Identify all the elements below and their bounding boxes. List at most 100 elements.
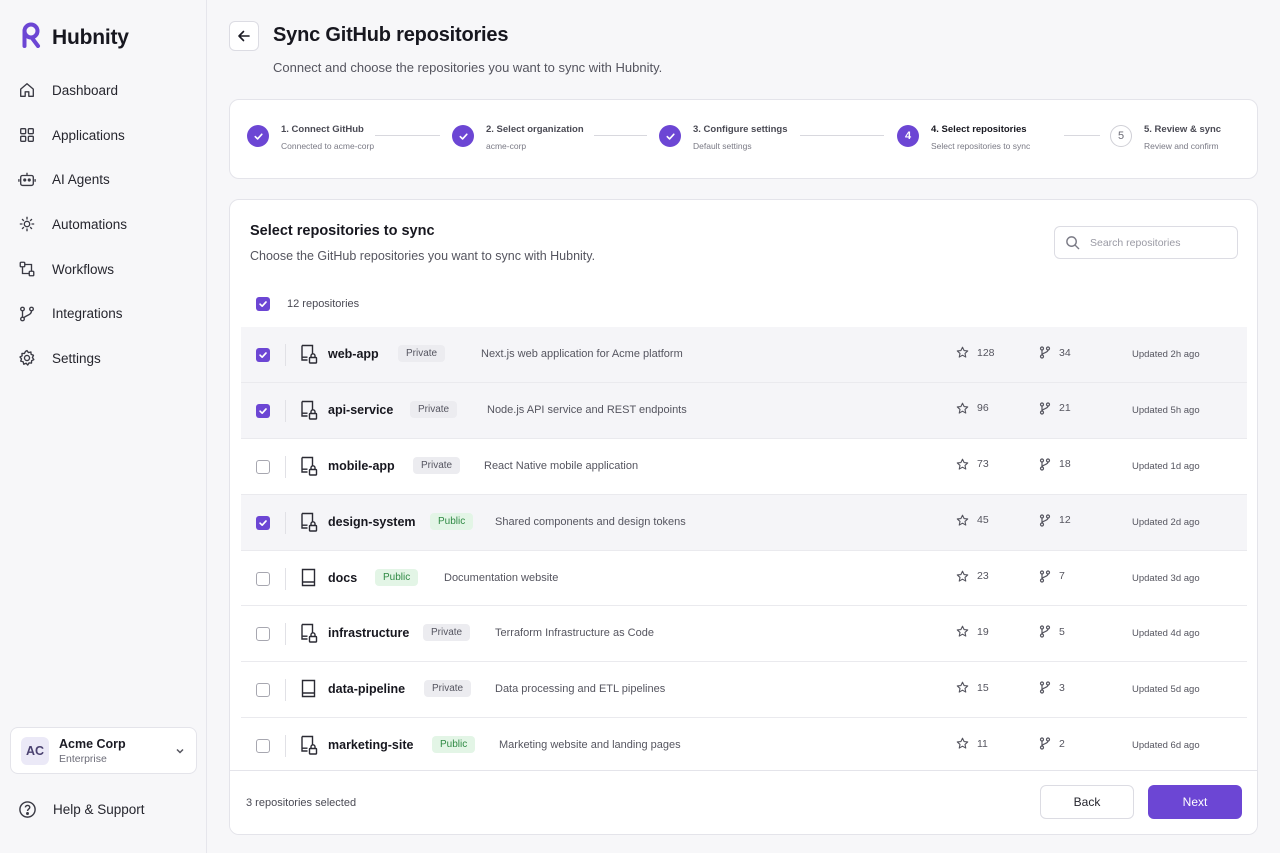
help-support-link[interactable]: Help & Support — [18, 800, 145, 819]
step-connector — [594, 135, 647, 136]
sidebar-item-dashboard[interactable]: Dashboard — [0, 68, 206, 113]
panel-subtitle: Choose the GitHub repositories you want … — [250, 249, 596, 263]
repo-description: Next.js web application for Acme platfor… — [481, 348, 683, 360]
repo-checkbox[interactable] — [256, 683, 270, 698]
repo-checkbox[interactable] — [256, 403, 270, 418]
repo-name[interactable]: design-system — [328, 515, 416, 529]
sidebar-item-label: Automations — [52, 216, 128, 232]
private-repo-icon — [301, 512, 318, 532]
row-divider — [285, 344, 286, 366]
fork-icon — [1039, 402, 1051, 415]
repo-name[interactable]: data-pipeline — [328, 682, 405, 696]
brand[interactable]: Hubnity — [20, 22, 129, 53]
back-arrow-button[interactable] — [229, 21, 259, 51]
visibility-badge: Private — [423, 624, 471, 642]
star-count: 11 — [977, 737, 988, 750]
sidebar-item-integrations[interactable]: Integrations — [0, 291, 206, 336]
row-divider — [285, 735, 286, 758]
repo-stars: 11 — [956, 737, 988, 750]
grid-icon — [20, 128, 34, 143]
repo-checkbox[interactable] — [256, 571, 270, 586]
sidebar-item-label: Applications — [52, 127, 125, 143]
repo-updated: Updated 5d ago — [1132, 684, 1200, 696]
table-row[interactable]: docs Public Documentation website 23 7 U… — [241, 551, 1247, 607]
step-check-icon — [659, 125, 681, 147]
repo-name[interactable]: docs — [328, 571, 357, 585]
repo-checkbox[interactable] — [256, 348, 270, 362]
fork-count: 21 — [1059, 402, 1071, 415]
row-divider — [285, 567, 286, 590]
fork-count: 34 — [1059, 346, 1071, 359]
repo-checkbox[interactable] — [256, 459, 270, 474]
repo-name[interactable]: web-app — [328, 347, 379, 361]
visibility-badge: Private — [398, 345, 446, 362]
step-select-repositories: 4 4. Select repositories Select reposito… — [897, 124, 1030, 151]
step-title: 2. Select organization — [486, 124, 584, 135]
org-switcher[interactable]: AC Acme Corp Enterprise — [10, 727, 197, 774]
select-all-checkbox[interactable] — [256, 297, 270, 311]
repo-stars: 73 — [956, 458, 989, 471]
sidebar-item-workflows[interactable]: Workflows — [0, 247, 206, 292]
repo-stars: 96 — [956, 402, 989, 415]
repo-checkbox[interactable] — [256, 515, 270, 530]
repo-description: Node.js API service and REST endpoints — [487, 403, 687, 416]
table-row[interactable]: mobile-app Private React Native mobile a… — [241, 439, 1247, 495]
table-row[interactable]: design-system Public Shared components a… — [241, 494, 1247, 551]
repo-description: Documentation website — [444, 571, 559, 584]
star-count: 45 — [977, 514, 989, 527]
sidebar-item-automations[interactable]: Automations — [0, 202, 206, 247]
sidebar-item-ai-agents[interactable]: AI Agents — [0, 157, 206, 202]
star-icon — [956, 737, 969, 749]
sidebar-item-applications[interactable]: Applications — [0, 113, 206, 158]
repo-name[interactable]: infrastructure — [328, 626, 409, 640]
public-repo-icon — [301, 568, 316, 586]
fork-count: 3 — [1059, 681, 1065, 694]
table-row[interactable]: marketing-site Public Marketing website … — [241, 718, 1247, 775]
sidebar-item-settings[interactable]: Settings — [0, 336, 206, 381]
repo-forks: 34 — [1039, 346, 1071, 359]
repo-checkbox[interactable] — [256, 739, 270, 754]
row-divider — [285, 455, 286, 478]
step-title: 4. Select repositories — [931, 124, 1027, 135]
repo-updated: Updated 6d ago — [1132, 740, 1200, 752]
back-button[interactable]: Back — [1040, 785, 1134, 819]
repo-description: React Native mobile application — [484, 459, 639, 472]
arrow-left-icon — [238, 30, 250, 42]
next-button[interactable]: Next — [1148, 785, 1242, 819]
repo-updated: Updated 1d ago — [1132, 460, 1200, 472]
row-divider — [285, 511, 286, 534]
select-all: 12 repositories — [256, 297, 359, 311]
visibility-badge: Private — [410, 400, 458, 418]
repo-stars: 128 — [956, 346, 995, 359]
search-input[interactable] — [1090, 236, 1230, 249]
fork-count: 18 — [1059, 458, 1071, 471]
repo-forks: 18 — [1039, 458, 1071, 471]
repo-updated: Updated 5h ago — [1132, 404, 1200, 416]
workflow-icon — [19, 261, 35, 277]
table-row[interactable]: data-pipeline Private Data processing an… — [241, 662, 1247, 719]
repo-name[interactable]: mobile-app — [328, 459, 395, 473]
fork-count: 5 — [1059, 625, 1065, 638]
step-desc: Review and confirm — [1144, 141, 1219, 151]
bot-icon — [18, 172, 36, 186]
repo-checkbox[interactable] — [256, 627, 270, 642]
step-connector — [1064, 135, 1100, 136]
public-repo-icon — [301, 680, 316, 698]
visibility-badge: Public — [430, 512, 474, 530]
table-row[interactable]: web-app Private Next.js web application … — [241, 327, 1247, 383]
private-repo-icon — [301, 736, 318, 755]
repo-name[interactable]: api-service — [328, 403, 393, 417]
star-icon — [956, 402, 969, 414]
repo-name[interactable]: marketing-site — [328, 738, 413, 752]
repo-stars: 23 — [956, 570, 989, 583]
step-desc: Default settings — [693, 141, 752, 151]
star-icon — [956, 570, 969, 582]
automation-icon — [19, 217, 35, 232]
select-all-label: 12 repositories — [287, 298, 360, 310]
repo-forks: 21 — [1039, 402, 1071, 415]
table-row[interactable]: infrastructure Private Terraform Infrast… — [241, 606, 1247, 663]
repository-list: web-app Private Next.js web application … — [241, 327, 1247, 775]
selected-count: 3 repositories selected — [246, 797, 357, 809]
table-row[interactable]: api-service Private Node.js API service … — [241, 382, 1247, 439]
search-icon — [1066, 236, 1080, 250]
